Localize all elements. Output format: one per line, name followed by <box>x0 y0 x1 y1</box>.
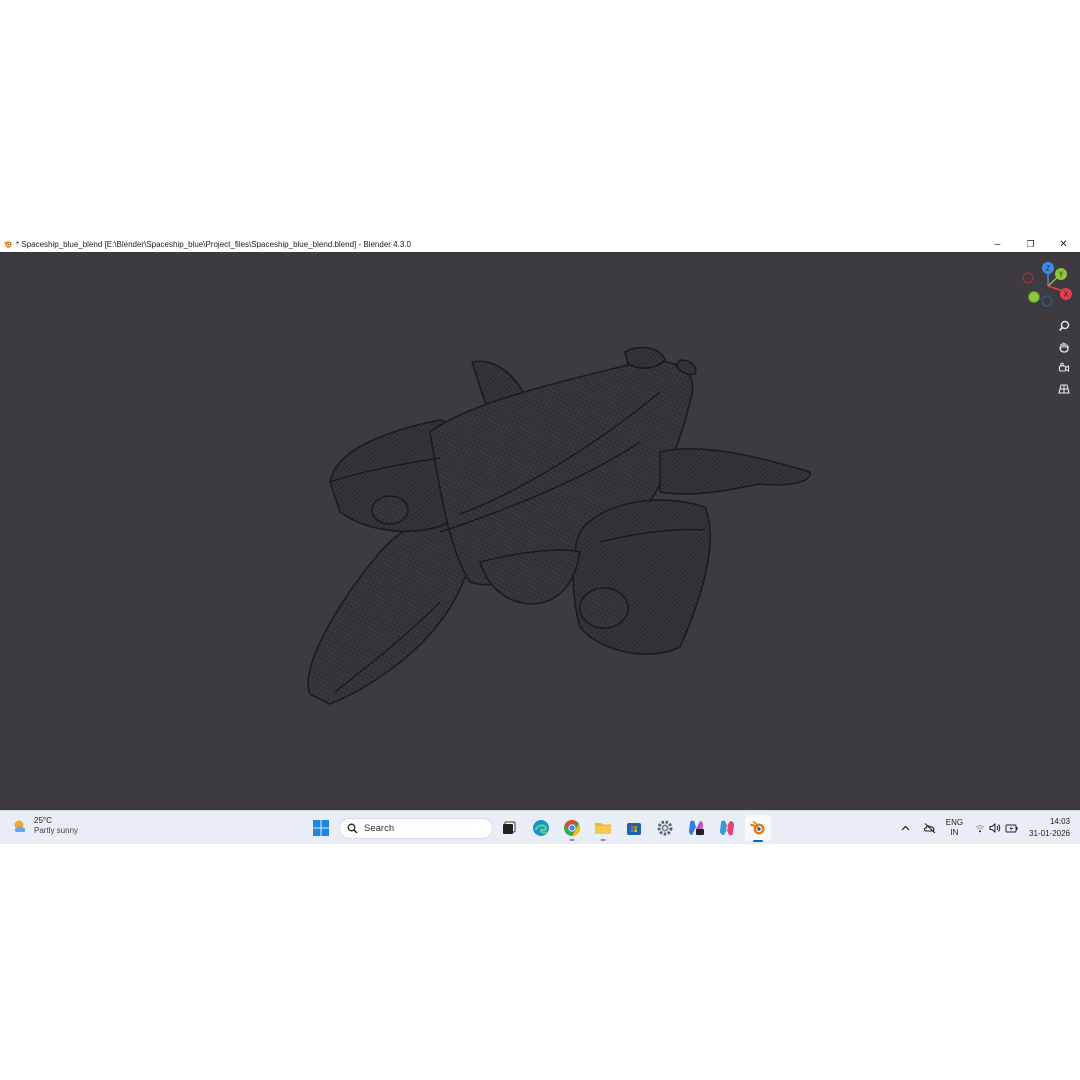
x-axis-label: X <box>1064 292 1069 299</box>
blender-icon <box>750 820 765 835</box>
perspective-toggle-button[interactable] <box>1054 379 1074 399</box>
minimize-button[interactable]: – <box>981 236 1014 252</box>
edge-browser-icon <box>533 820 549 836</box>
window-titlebar[interactable]: * Spaceship_blue_blend [E:\Blender\Space… <box>0 236 1080 252</box>
file-explorer-button[interactable] <box>593 818 613 841</box>
weather-widget[interactable]: 25°C Partly sunny <box>12 816 78 836</box>
store-icon <box>627 823 641 835</box>
restore-button[interactable]: ❐ <box>1014 236 1047 252</box>
clock-time: 14:03 <box>1049 817 1070 826</box>
start-button[interactable] <box>312 819 330 837</box>
perspective-grid-icon <box>1058 384 1070 394</box>
wifi-icon <box>975 824 985 832</box>
y-axis-label: Y <box>1059 272 1064 279</box>
battery-charging-icon <box>1005 824 1018 833</box>
microsoft-store-button[interactable] <box>624 818 644 838</box>
right-engine-nozzle <box>579 587 629 629</box>
pan-hand-icon <box>1059 342 1069 353</box>
folder-icon <box>595 823 611 834</box>
right-engine-pod <box>572 499 712 655</box>
battery-tray-button[interactable] <box>1003 823 1019 833</box>
negative-z-axis-icon <box>1041 295 1053 307</box>
weather-temperature: 25°C <box>34 816 52 825</box>
volume-tray-button[interactable] <box>987 823 1003 833</box>
zoom-icon <box>1058 320 1070 332</box>
spaceship-wireframe-model[interactable] <box>0 252 1080 810</box>
blender-app-button[interactable] <box>745 815 771 842</box>
language-code: ENG <box>945 818 964 827</box>
window-title: * Spaceship_blue_blend [E:\Blender\Space… <box>16 239 411 249</box>
close-button[interactable]: ✕ <box>1047 236 1080 252</box>
show-hidden-icons-button[interactable] <box>898 825 914 831</box>
minimize-icon: – <box>994 238 1001 250</box>
right-wing <box>659 447 811 495</box>
chrome-browser-icon <box>564 819 581 837</box>
negative-y-axis-icon <box>1028 291 1040 303</box>
task-view-icon <box>503 821 516 834</box>
partly-sunny-icon <box>14 820 26 832</box>
settings-app-button[interactable] <box>655 818 675 838</box>
region-code: IN <box>950 828 959 837</box>
copilot-news-icon <box>689 820 704 836</box>
lower-hull <box>479 549 581 605</box>
edge-app-button[interactable] <box>531 818 551 838</box>
system-clock[interactable]: 14:03 31-01-2026 <box>1029 816 1070 840</box>
close-icon: ✕ <box>1059 238 1068 250</box>
running-indicator <box>569 839 575 841</box>
z-axis-label: Z <box>1046 266 1051 273</box>
pan-tool-button[interactable] <box>1054 337 1074 357</box>
blender-logo-icon <box>3 239 13 249</box>
chevron-up-icon <box>901 825 910 831</box>
camera-view-button[interactable] <box>1054 358 1074 378</box>
task-view-button[interactable] <box>499 818 519 838</box>
weather-condition: Partly sunny <box>34 826 79 835</box>
taskbar-search-box[interactable]: Search <box>339 818 493 839</box>
copilot-icon <box>720 820 734 836</box>
zoom-tool-button[interactable] <box>1054 316 1074 336</box>
active-indicator <box>753 840 763 842</box>
top-fin <box>624 346 666 369</box>
gear-icon <box>657 820 673 836</box>
copilot-news-button[interactable] <box>686 818 706 838</box>
copilot-app-button[interactable] <box>717 818 737 838</box>
negative-x-axis-icon <box>1022 272 1034 284</box>
fuselage-nose <box>307 511 474 705</box>
search-icon <box>347 823 358 834</box>
running-indicator <box>600 839 606 841</box>
windows-taskbar: 25°C Partly sunny Search ENG IN 14:03 31… <box>0 810 1080 844</box>
clock-date: 31-01-2026 <box>1029 829 1070 838</box>
input-language-indicator[interactable]: ENG IN <box>946 818 963 838</box>
screen: * Spaceship_blue_blend [E:\Blender\Space… <box>0 236 1080 844</box>
network-tray-button[interactable] <box>973 824 987 833</box>
onedrive-tray-button[interactable] <box>920 822 940 834</box>
chrome-app-button[interactable] <box>562 818 582 841</box>
cloud-sync-off-icon <box>923 823 936 834</box>
left-engine-nozzle <box>371 495 409 525</box>
speaker-icon <box>989 823 1001 833</box>
system-tray: ENG IN 14:03 31-01-2026 <box>898 811 1070 844</box>
3d-viewport[interactable]: Z Y X <box>0 252 1080 810</box>
restore-icon: ❐ <box>1026 238 1035 249</box>
camera-view-icon <box>1058 362 1070 372</box>
search-placeholder: Search <box>364 823 395 834</box>
navigation-gizmo[interactable]: Z Y X <box>1018 260 1074 316</box>
